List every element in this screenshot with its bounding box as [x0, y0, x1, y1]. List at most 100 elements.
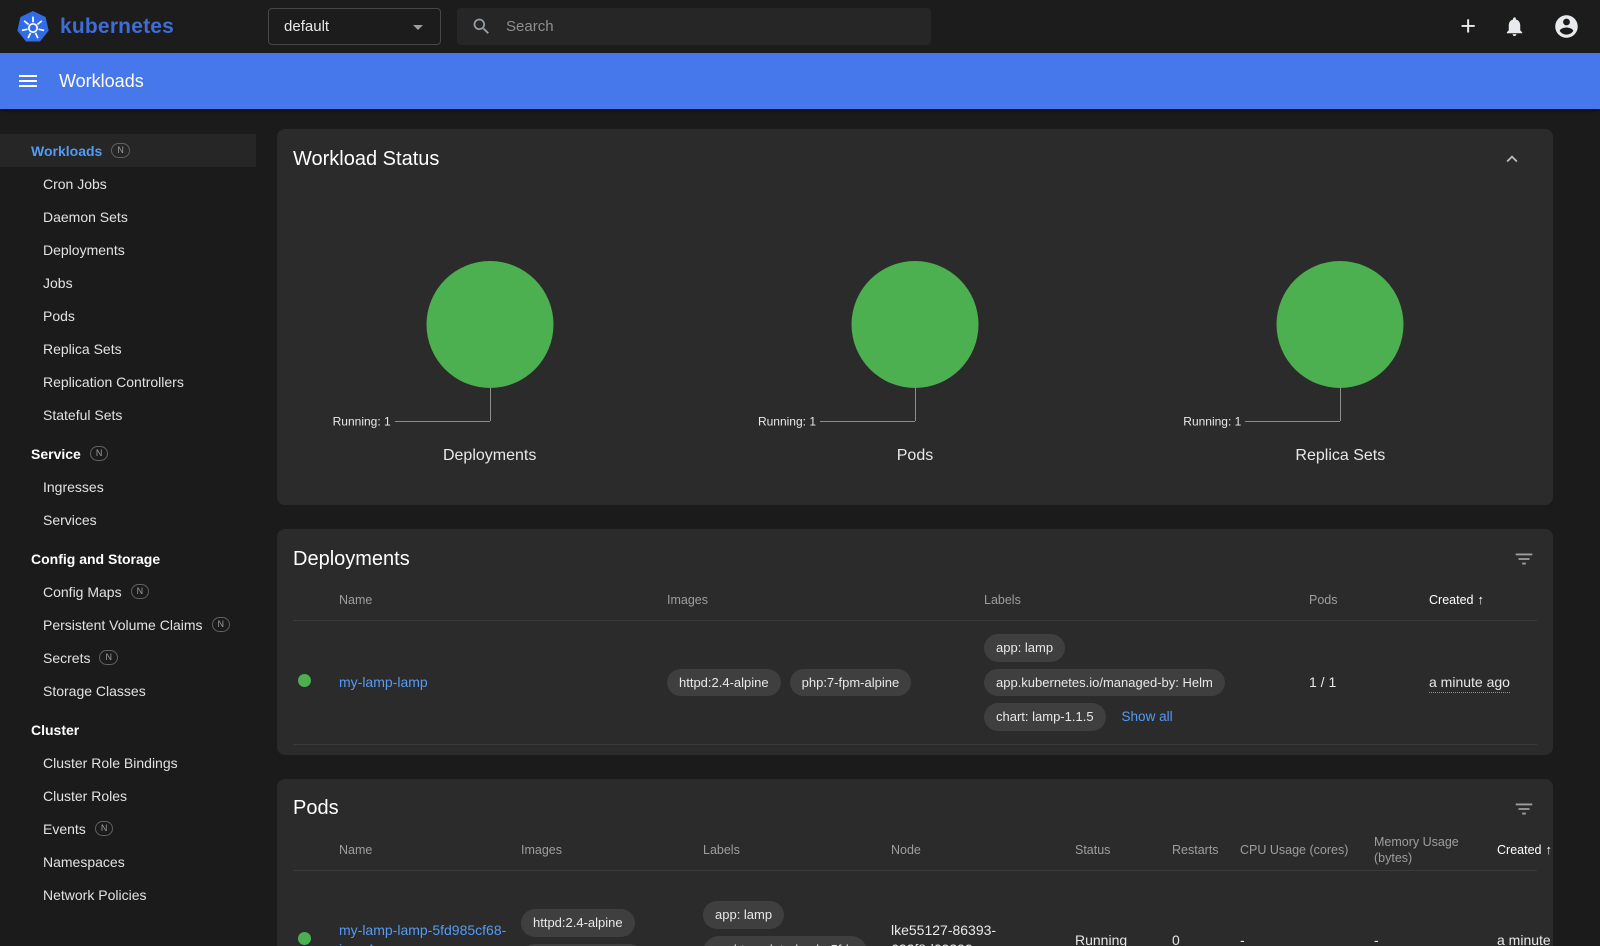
create-resource-button[interactable]: + [1460, 13, 1476, 40]
filter-icon [1513, 798, 1535, 820]
kubernetes-brand[interactable]: kubernetes [16, 10, 174, 44]
sidebar-item-workloads[interactable]: Workloads N [0, 134, 256, 167]
account-button[interactable] [1553, 13, 1580, 40]
sidebar-item-replication-controllers[interactable]: Replication Controllers [0, 365, 256, 398]
filter-button[interactable] [1513, 798, 1535, 820]
sidebar-item-services[interactable]: Services [0, 503, 256, 536]
sidebar-nav: Workloads N Cron Jobs Daemon Sets Deploy… [0, 109, 256, 946]
sidebar-item-secrets[interactable]: Secrets N [0, 641, 256, 674]
chart-deployments: Running: 1 Deployments [277, 261, 702, 471]
pods-table-header: Name Images Labels Node Status Restarts … [293, 831, 1537, 871]
search-bar [457, 8, 931, 45]
namespaced-badge: N [90, 446, 109, 461]
sidebar-item-cluster-roles[interactable]: Cluster Roles [0, 779, 256, 812]
header-actions: + [1460, 13, 1580, 40]
deployment-link[interactable]: my-lamp-lamp [339, 674, 428, 690]
column-header-images[interactable]: Images [667, 592, 984, 608]
column-header-labels[interactable]: Labels [984, 592, 1309, 608]
column-header-images[interactable]: Images [521, 842, 703, 858]
sidebar-item-events[interactable]: Events N [0, 812, 256, 845]
sidebar-item-cluster-role-bindings[interactable]: Cluster Role Bindings [0, 746, 256, 779]
column-header-name[interactable]: Name [339, 592, 667, 608]
sidebar-item-namespaces[interactable]: Namespaces [0, 845, 256, 878]
chart-pods: Running: 1 Pods [702, 261, 1127, 471]
column-header-pods[interactable]: Pods [1309, 592, 1429, 608]
deployments-title: Deployments [293, 548, 410, 571]
namespaced-badge: N [131, 584, 150, 599]
sidebar-item-persistent-volume-claims[interactable]: Persistent Volume Claims N [0, 608, 256, 641]
collapse-card-button[interactable] [1501, 148, 1523, 170]
plus-icon: + [1460, 13, 1476, 40]
main-content: Workload Status Running: 1 Deployments [256, 109, 1600, 946]
deployments-table: Name Images Labels Pods Created↑ my-lamp… [277, 581, 1553, 755]
label-chip: app.kubernetes.io/managed-by: Helm [984, 669, 1225, 697]
sidebar-item-jobs[interactable]: Jobs [0, 266, 256, 299]
filter-icon [1513, 548, 1535, 570]
sidebar-item-label: Jobs [43, 275, 73, 291]
column-header-memory-usage[interactable]: Memory Usage (bytes) [1374, 834, 1497, 867]
workload-status-title: Workload Status [293, 148, 439, 171]
sidebar-item-replica-sets[interactable]: Replica Sets [0, 332, 256, 365]
sidebar-item-network-policies[interactable]: Network Policies [0, 878, 256, 911]
pods-title: Pods [293, 797, 339, 820]
sidebar-item-deployments[interactable]: Deployments [0, 233, 256, 266]
sidebar-item-stateful-sets[interactable]: Stateful Sets [0, 398, 256, 431]
search-input[interactable] [506, 18, 919, 35]
page-title: Workloads [59, 71, 144, 92]
column-header-status[interactable]: Status [1075, 842, 1172, 858]
sidebar-item-label: Network Policies [43, 887, 146, 903]
namespace-selector[interactable]: default [268, 8, 441, 45]
notifications-button[interactable] [1503, 15, 1526, 38]
sidebar-item-cron-jobs[interactable]: Cron Jobs [0, 167, 256, 200]
images-cell: httpd:2.4-alpine php:7-fpm-alpine [667, 669, 984, 697]
sidebar-item-service[interactable]: Service N [0, 437, 256, 470]
sidebar-item-label: Namespaces [43, 854, 125, 870]
legend-connector-line [1340, 388, 1341, 421]
kubernetes-logo-icon [16, 10, 50, 44]
sidebar-item-label: Service [31, 446, 81, 462]
chart-legend: Running: 1 [333, 402, 391, 429]
filter-button[interactable] [1513, 548, 1535, 570]
sidebar-item-daemon-sets[interactable]: Daemon Sets [0, 200, 256, 233]
bell-icon [1503, 15, 1526, 38]
column-header-label: Created [1497, 843, 1541, 857]
sidebar-item-ingresses[interactable]: Ingresses [0, 470, 256, 503]
column-header-name[interactable]: Name [339, 842, 521, 858]
column-header-restarts[interactable]: Restarts [1172, 842, 1240, 858]
namespaced-badge: N [212, 617, 231, 632]
sidebar-item-label: Events [43, 821, 86, 837]
show-all-link[interactable]: Show all [1122, 708, 1173, 726]
chart-legend: Running: 1 [1183, 402, 1241, 429]
column-header-created[interactable]: Created↑ [1429, 592, 1537, 609]
legend-connector-line [490, 388, 491, 421]
sidebar-item-config-and-storage[interactable]: Config and Storage [0, 542, 256, 575]
namespaced-badge: N [95, 821, 114, 836]
deployments-table-header: Name Images Labels Pods Created↑ [293, 581, 1537, 621]
pod-link[interactable]: my-lamp-lamp-5fd985cf68-jwvz4 [339, 922, 506, 946]
sidebar-item-config-maps[interactable]: Config Maps N [0, 575, 256, 608]
pods-pie-chart [851, 261, 978, 388]
brand-name: kubernetes [60, 15, 174, 39]
label-chip: pod-template-hash: 5fd985cf68 [703, 936, 867, 946]
sidebar-item-cluster[interactable]: Cluster [0, 713, 256, 746]
sidebar-item-pods[interactable]: Pods [0, 299, 256, 332]
sidebar-item-label: Cron Jobs [43, 176, 107, 192]
labels-cell: app: lamp app.kubernetes.io/managed-by: … [984, 621, 1309, 744]
column-header-cpu-usage[interactable]: CPU Usage (cores) [1240, 842, 1374, 858]
pods-count-cell: 1 / 1 [1309, 673, 1429, 692]
image-chip: httpd:2.4-alpine [667, 669, 781, 697]
chart-title: Replica Sets [1128, 447, 1553, 465]
app-shell: Workloads N Cron Jobs Daemon Sets Deploy… [0, 109, 1600, 946]
column-header-created[interactable]: Created↑ [1497, 842, 1553, 859]
table-row: my-lamp-lamp-5fd985cf68-jwvz4 httpd:2.4-… [293, 871, 1537, 946]
label-chip: chart: lamp-1.1.5 [984, 703, 1106, 731]
legend-connector-line [820, 421, 915, 422]
sidebar-item-label: Storage Classes [43, 683, 146, 699]
sidebar-item-storage-classes[interactable]: Storage Classes [0, 674, 256, 707]
menu-toggle-button[interactable] [16, 69, 40, 93]
column-header-node[interactable]: Node [891, 842, 1075, 858]
status-cell [293, 931, 339, 946]
namespace-value: default [284, 18, 329, 35]
column-header-label: Created [1429, 593, 1473, 607]
column-header-labels[interactable]: Labels [703, 842, 891, 858]
